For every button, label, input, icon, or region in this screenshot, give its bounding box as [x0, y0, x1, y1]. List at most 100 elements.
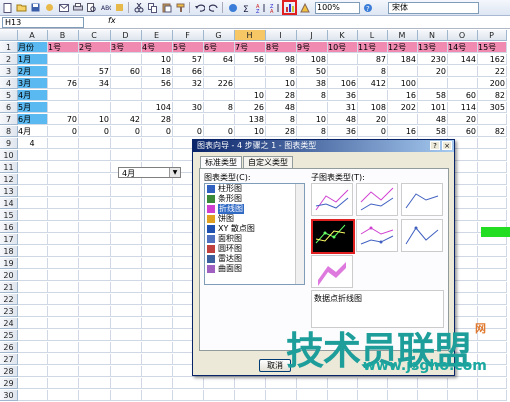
- cell[interactable]: [266, 378, 297, 389]
- cell[interactable]: [79, 150, 111, 161]
- cell[interactable]: [478, 150, 507, 161]
- cell[interactable]: [297, 378, 328, 389]
- cell[interactable]: [328, 378, 358, 389]
- cell[interactable]: [18, 234, 48, 245]
- column-header-k[interactable]: K: [328, 30, 358, 41]
- cell[interactable]: [204, 90, 235, 101]
- cell[interactable]: 0: [142, 126, 173, 137]
- row-header[interactable]: 16: [0, 222, 18, 233]
- paste-icon[interactable]: [160, 2, 173, 14]
- column-header-d[interactable]: D: [111, 30, 142, 41]
- row-header[interactable]: 30: [0, 390, 18, 401]
- cell[interactable]: 4月: [18, 126, 48, 137]
- cell[interactable]: 1号: [48, 42, 79, 53]
- cell[interactable]: [79, 162, 111, 173]
- cell[interactable]: 0: [358, 126, 388, 137]
- cell[interactable]: [173, 90, 204, 101]
- cell[interactable]: [111, 354, 142, 365]
- cell[interactable]: 14号: [448, 42, 478, 53]
- row-header[interactable]: 24: [0, 318, 18, 329]
- cell[interactable]: [18, 282, 48, 293]
- cell[interactable]: 202: [388, 102, 418, 113]
- cell[interactable]: [142, 342, 173, 353]
- cell[interactable]: [79, 54, 111, 65]
- cell[interactable]: 8: [297, 90, 328, 101]
- cell[interactable]: [111, 90, 142, 101]
- cell[interactable]: [111, 222, 142, 233]
- subtype-line[interactable]: [311, 183, 353, 216]
- cell[interactable]: [235, 378, 266, 389]
- cell[interactable]: 9号: [297, 42, 328, 53]
- cell[interactable]: 8: [204, 102, 235, 113]
- column-header-b[interactable]: B: [48, 30, 79, 41]
- cell[interactable]: [111, 102, 142, 113]
- cell[interactable]: 230: [418, 54, 448, 65]
- cell[interactable]: [111, 186, 142, 197]
- column-header-g[interactable]: G: [204, 30, 235, 41]
- new-icon[interactable]: [1, 2, 14, 14]
- cell[interactable]: [142, 378, 173, 389]
- cell[interactable]: [18, 390, 48, 401]
- cell[interactable]: 4号: [142, 42, 173, 53]
- cell[interactable]: [328, 54, 358, 65]
- cell[interactable]: 34: [79, 78, 111, 89]
- cell[interactable]: 0: [173, 126, 204, 137]
- cell[interactable]: [142, 390, 173, 401]
- cell[interactable]: 70: [48, 114, 79, 125]
- cell[interactable]: [142, 270, 173, 281]
- cell[interactable]: [388, 390, 418, 401]
- cell[interactable]: [18, 366, 48, 377]
- cell[interactable]: [111, 282, 142, 293]
- cell[interactable]: [111, 366, 142, 377]
- row-header[interactable]: 9: [0, 138, 18, 149]
- cell[interactable]: [478, 174, 507, 185]
- cell[interactable]: [111, 258, 142, 269]
- column-header-i[interactable]: I: [266, 30, 297, 41]
- cell[interactable]: 10: [235, 126, 266, 137]
- cell[interactable]: [18, 342, 48, 353]
- cell[interactable]: [79, 174, 111, 185]
- column-header-l[interactable]: L: [358, 30, 388, 41]
- cell[interactable]: [173, 390, 204, 401]
- name-box[interactable]: H13: [2, 17, 84, 28]
- chart-type-item[interactable]: 曲面图: [205, 264, 304, 274]
- dropdown-arrow-icon[interactable]: ▼: [169, 168, 180, 177]
- cell[interactable]: [48, 246, 79, 257]
- cell[interactable]: [142, 282, 173, 293]
- tab-custom-types[interactable]: 自定义类型: [243, 156, 293, 168]
- subtype-line-markers[interactable]: [311, 219, 355, 254]
- cell[interactable]: 16: [388, 126, 418, 137]
- function-icon[interactable]: fx: [108, 16, 116, 25]
- cell[interactable]: [478, 186, 507, 197]
- cell[interactable]: 38: [297, 78, 328, 89]
- row-header[interactable]: 14: [0, 198, 18, 209]
- cell[interactable]: 28: [266, 90, 297, 101]
- cell[interactable]: [79, 270, 111, 281]
- subtype-stacked-line-markers[interactable]: [356, 219, 398, 252]
- cell[interactable]: [48, 294, 79, 305]
- cell[interactable]: 3月: [18, 78, 48, 89]
- cell[interactable]: 3号: [111, 42, 142, 53]
- cell[interactable]: [79, 246, 111, 257]
- cell[interactable]: [478, 378, 507, 389]
- row-header[interactable]: 12: [0, 174, 18, 185]
- cell[interactable]: 30: [173, 102, 204, 113]
- cell[interactable]: [142, 318, 173, 329]
- cell[interactable]: [478, 342, 507, 353]
- column-header-n[interactable]: N: [418, 30, 448, 41]
- row-header[interactable]: 6: [0, 102, 18, 113]
- cell[interactable]: 10: [266, 78, 297, 89]
- row-header[interactable]: 19: [0, 258, 18, 269]
- cell[interactable]: [448, 378, 478, 389]
- cell[interactable]: [48, 138, 79, 149]
- cell[interactable]: [235, 66, 266, 77]
- cell[interactable]: 5月: [18, 102, 48, 113]
- column-header-p[interactable]: P: [478, 30, 507, 41]
- cell[interactable]: 56: [235, 54, 266, 65]
- cell[interactable]: [142, 234, 173, 245]
- open-icon[interactable]: [15, 2, 28, 14]
- sort-ascending-icon[interactable]: AZ: [254, 2, 267, 14]
- cell[interactable]: [18, 294, 48, 305]
- cell[interactable]: [142, 258, 173, 269]
- cell[interactable]: [48, 330, 79, 341]
